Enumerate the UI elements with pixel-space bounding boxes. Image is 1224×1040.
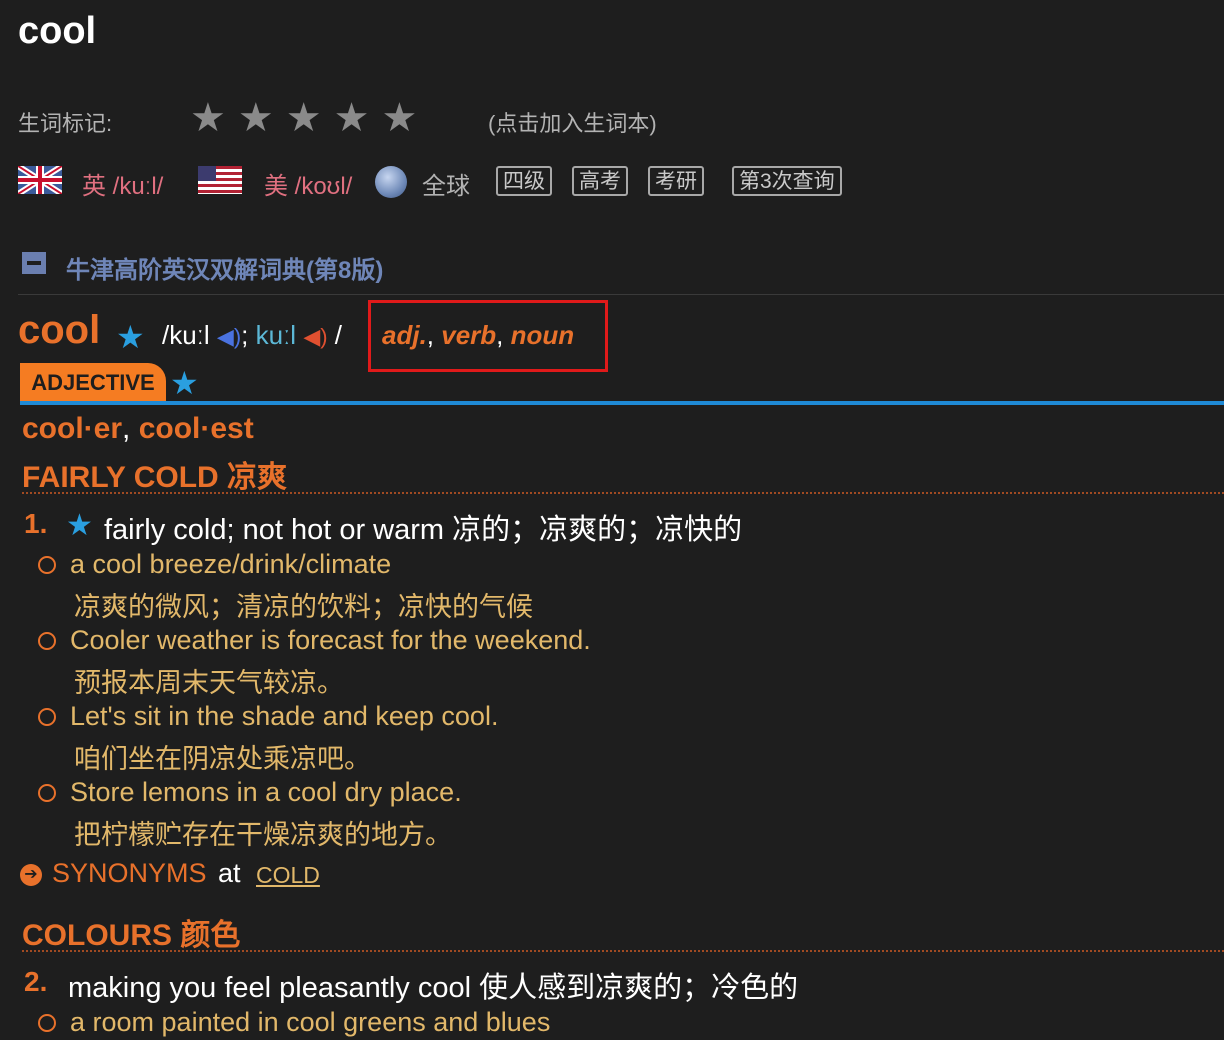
uk-pronunciation[interactable]: 英 /kuːl/ xyxy=(82,166,163,201)
pos-comma: , xyxy=(496,320,511,350)
tag-cet4: 四级 xyxy=(496,166,552,196)
star-icon[interactable]: ★ xyxy=(286,96,322,140)
star-rating[interactable]: ★ ★ ★ ★ ★ xyxy=(190,96,417,140)
example-en: a cool breeze/drink/climate xyxy=(70,549,392,579)
tag-kaoyan: 考研 xyxy=(648,166,704,196)
bullet-icon xyxy=(38,632,56,650)
bullet-icon xyxy=(38,1014,56,1032)
divider xyxy=(18,294,1224,295)
forms-comma: , xyxy=(122,412,139,445)
vocab-mark-label: 生词标记: xyxy=(18,111,113,136)
star-icon: ★ xyxy=(116,319,145,355)
bullet-icon xyxy=(38,556,56,574)
us-pronunciation[interactable]: 美 /koʊl/ xyxy=(264,166,352,201)
uk-flag-icon[interactable] xyxy=(18,166,62,194)
phonetic-uk: /kuːl xyxy=(162,320,210,350)
tag-gaokao: 高考 xyxy=(572,166,628,196)
section-divider xyxy=(20,401,1224,405)
example-en: Let's sit in the shade and keep cool. xyxy=(70,701,499,731)
phonetic-end: / xyxy=(327,320,343,350)
dictionary-name[interactable]: 牛津高阶英汉双解词典(第8版) xyxy=(66,250,383,285)
dictionary-page: cool 生词标记: ★ ★ ★ ★ ★ (点击加入生词本) 英 /kuːl/ … xyxy=(0,0,1224,1040)
star-icon[interactable]: ★ xyxy=(334,96,370,140)
synonyms-link[interactable]: COLD xyxy=(256,862,320,889)
collapse-toggle-icon[interactable] xyxy=(22,252,46,274)
pos-badge: ADJECTIVE xyxy=(20,363,166,401)
speaker-icon[interactable]: ◀) xyxy=(303,324,327,349)
example-zh: 把柠檬贮存在干燥凉爽的地方。 xyxy=(74,820,452,850)
example-en: a room painted in cool greens and blues xyxy=(70,1007,551,1037)
pos-noun[interactable]: noun xyxy=(511,320,575,350)
phonetic-separator: ; xyxy=(241,320,256,350)
pos-verb[interactable]: verb xyxy=(441,320,496,350)
bullet-icon xyxy=(38,708,56,726)
entry-phonetics: /kuːl ◀); kuːl ◀) / xyxy=(162,320,342,351)
globe-icon[interactable] xyxy=(375,166,407,198)
parts-of-speech: adj., verb, noun xyxy=(382,320,574,351)
phonetic-us: kuːl xyxy=(255,320,297,350)
synonyms-label: SYNONYMS xyxy=(52,858,207,888)
example-zh: 咱们坐在阴凉处乘凉吧。 xyxy=(74,744,371,774)
us-flag-icon[interactable] xyxy=(198,166,242,194)
star-icon: ★ xyxy=(170,365,199,401)
example-en: Cooler weather is forecast for the weeke… xyxy=(70,625,591,655)
global-pronunciation[interactable]: 全球 xyxy=(422,166,470,201)
headword-title: cool xyxy=(18,10,97,52)
star-icon: ★ xyxy=(66,509,93,542)
shortcut-heading: FAIRLY COLD 凉爽 xyxy=(22,461,288,494)
example-zh: 预报本周末天气较凉。 xyxy=(74,668,344,698)
dotted-divider xyxy=(22,492,1224,494)
example-zh: 凉爽的微风；清凉的饮料；凉快的气候 xyxy=(74,592,533,622)
sense-definition: making you feel pleasantly cool 使人感到凉爽的；… xyxy=(68,972,799,1004)
superlative-form: cool·est xyxy=(138,412,254,445)
add-to-wordbook-hint: (点击加入生词本) xyxy=(488,111,657,136)
inflected-forms: cool·er, cool·est xyxy=(22,412,254,446)
sense-definition: fairly cold; not hot or warm 凉的；凉爽的；凉快的 xyxy=(104,514,743,546)
star-icon[interactable]: ★ xyxy=(238,96,274,140)
pos-comma: , xyxy=(426,320,442,350)
synonyms-at: at xyxy=(218,858,241,888)
example-en: Store lemons in a cool dry place. xyxy=(70,777,462,807)
entry-headword: cool xyxy=(18,308,101,352)
shortcut-heading: COLOURS 颜色 xyxy=(22,919,241,952)
dotted-divider xyxy=(22,950,1224,952)
tag-lookup-count: 第3次查询 xyxy=(732,166,842,196)
star-icon[interactable]: ★ xyxy=(381,96,417,140)
bullet-icon xyxy=(38,784,56,802)
sense-number: 1. xyxy=(24,508,48,539)
comparative-form: cool·er xyxy=(22,412,123,445)
star-icon[interactable]: ★ xyxy=(190,96,226,140)
sense-number: 2. xyxy=(24,966,48,997)
pos-adj[interactable]: adj. xyxy=(382,320,427,350)
arrow-right-icon: ➔ xyxy=(20,864,42,886)
speaker-icon[interactable]: ◀) xyxy=(217,324,241,349)
